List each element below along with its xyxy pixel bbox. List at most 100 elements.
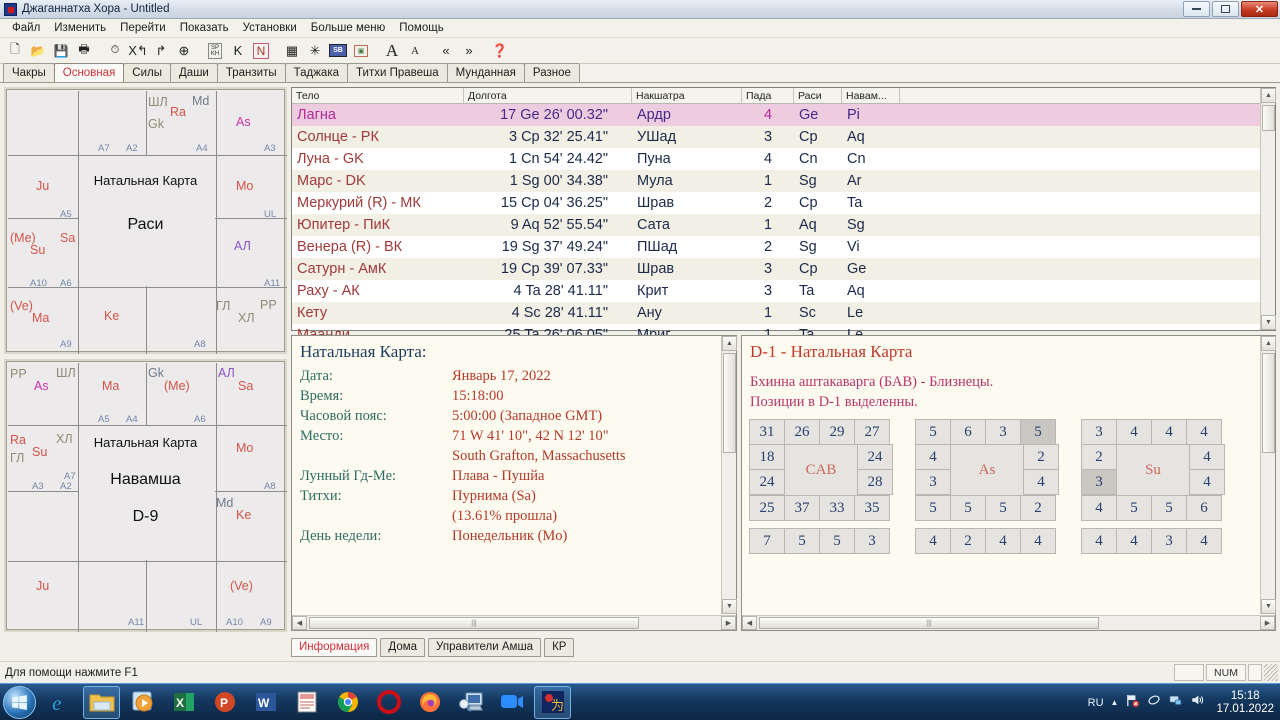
ak-icon[interactable]: K: [227, 40, 249, 62]
tab-7[interactable]: Мунданная: [447, 63, 525, 82]
prev-icon[interactable]: «: [435, 40, 457, 62]
word-icon[interactable]: W: [247, 686, 284, 719]
bav-panel[interactable]: D-1 - Натальная Карта Бхинна аштакаварга…: [741, 335, 1276, 631]
sub-tab-2[interactable]: Управители Амша: [428, 638, 541, 657]
col-header-2[interactable]: Накшатра: [632, 88, 742, 103]
tab-4[interactable]: Транзиты: [217, 63, 286, 82]
start-orb-icon[interactable]: [3, 686, 36, 719]
table-row[interactable]: Юпитер - ПиК9 Aq 52' 55.54"Сата1AqSg: [292, 214, 1275, 236]
next-icon[interactable]: »: [458, 40, 480, 62]
info-vscroll-thumb[interactable]: [723, 353, 736, 453]
network-icon[interactable]: [1168, 693, 1183, 712]
firefox-icon[interactable]: [411, 686, 448, 719]
table-row[interactable]: Лагна17 Ge 26' 00.32"Ардр4GePi: [292, 104, 1275, 126]
bav-grid-Su[interactable]: 344423Su444556: [1082, 420, 1232, 521]
tab-3[interactable]: Даши: [170, 63, 218, 82]
bav-vscrollbar[interactable]: ▲ ▼: [1260, 336, 1275, 614]
menu-item-1[interactable]: Изменить: [47, 21, 113, 35]
volume-icon[interactable]: [1190, 693, 1205, 712]
scroll-up-arrow[interactable]: ▲: [1261, 88, 1276, 103]
tab-1[interactable]: Основная: [54, 63, 125, 82]
show-hidden-icons-arrow[interactable]: ▲: [1111, 698, 1119, 707]
bav-scroll-left-arrow[interactable]: ◀: [742, 616, 757, 630]
powerpoint-icon[interactable]: P: [206, 686, 243, 719]
table-row[interactable]: Солнце - РК3 Cp 32' 25.41"УШад3CpAq: [292, 126, 1275, 148]
font-small-icon[interactable]: A: [404, 40, 426, 62]
tab-6[interactable]: Титхи Правеша: [347, 63, 448, 82]
bav-grid-CAB[interactable]: 312629271824CAB242825373335: [750, 420, 900, 521]
save-icon[interactable]: 💾: [50, 40, 72, 62]
jhora-icon[interactable]: 为: [534, 686, 571, 719]
scroll-down-arrow[interactable]: ▼: [1261, 315, 1276, 330]
table-row[interactable]: Сатурн - АмК19 Cp 39' 07.33"Шрав3CpGe: [292, 258, 1275, 280]
info-scroll-left-arrow[interactable]: ◀: [292, 616, 307, 630]
vscroll-thumb[interactable]: [1262, 105, 1275, 131]
taskbar-clock[interactable]: 15:18 17.01.2022: [1212, 690, 1274, 716]
menu-item-5[interactable]: Больше меню: [304, 21, 393, 35]
bav-vscroll-thumb[interactable]: [1262, 353, 1275, 453]
new-file-icon[interactable]: 🗋: [4, 40, 26, 62]
shield-icon[interactable]: [1147, 693, 1161, 712]
sub-tab-1[interactable]: Дома: [380, 638, 425, 657]
notepad-icon[interactable]: [288, 686, 325, 719]
n-icon[interactable]: N: [250, 40, 272, 62]
bav-hscrollbar[interactable]: ◀ ||| ▶: [742, 615, 1275, 630]
flag-error-icon[interactable]: [1125, 693, 1140, 713]
spkh-icon[interactable]: SPKH: [204, 40, 226, 62]
data-clock-icon[interactable]: ⏱: [104, 40, 126, 62]
star-icon[interactable]: ✳: [304, 40, 326, 62]
info-scroll-up-arrow[interactable]: ▲: [722, 336, 737, 351]
bav-scroll-up-arrow[interactable]: ▲: [1261, 336, 1276, 351]
table-row[interactable]: Кету4 Sc 28' 41.11"Ану1ScLe: [292, 302, 1275, 324]
print-icon[interactable]: 🖶: [73, 40, 95, 62]
menu-item-3[interactable]: Показать: [173, 21, 236, 35]
minimize-button[interactable]: [1183, 1, 1210, 17]
menu-item-2[interactable]: Перейти: [113, 21, 173, 35]
internet-explorer-icon[interactable]: e: [42, 686, 79, 719]
media-player-icon[interactable]: [124, 686, 161, 719]
rasi-chart[interactable]: Натальная Карта Раси ШЛ Ra Md Gk As Ju M…: [4, 87, 287, 354]
excel-icon[interactable]: X: [165, 686, 202, 719]
arrow-chart-icon[interactable]: ↱: [150, 40, 172, 62]
table-row[interactable]: Венера (R) - ВК19 Sg 37' 49.24"ПШад2SgVi: [292, 236, 1275, 258]
info-vscrollbar[interactable]: ▲ ▼: [721, 336, 736, 614]
col-header-0[interactable]: Тело: [292, 88, 464, 103]
transit-icon[interactable]: X↰: [127, 40, 149, 62]
tray-language[interactable]: RU: [1088, 697, 1104, 709]
table-row[interactable]: Марс - DK1 Sg 00' 34.38"Мула1SgAr: [292, 170, 1275, 192]
bav-scroll-down-arrow[interactable]: ▼: [1261, 599, 1276, 614]
chrome-icon[interactable]: [329, 686, 366, 719]
file-explorer-icon[interactable]: [83, 686, 120, 719]
tab-5[interactable]: Таджака: [285, 63, 348, 82]
bav-grid-As[interactable]: 563543As245552: [916, 420, 1066, 521]
info-panel[interactable]: Натальная Карта: Дата:Январь 17, 2022Вре…: [291, 335, 737, 631]
planet-table-body[interactable]: Лагна17 Ge 26' 00.32"Ардр4GePiСолнце - Р…: [292, 104, 1275, 346]
table-row[interactable]: Меркурий (R) - МК15 Cp 04' 36.25"Шрав2Cp…: [292, 192, 1275, 214]
sub-tab-0[interactable]: Информация: [291, 638, 377, 657]
info-hscrollbar[interactable]: ◀ ||| ▶: [292, 615, 736, 630]
planet-table-vscrollbar[interactable]: ▲ ▼: [1260, 88, 1275, 330]
close-button[interactable]: ✕: [1241, 1, 1278, 17]
tab-2[interactable]: Силы: [123, 63, 171, 82]
box-icon[interactable]: ▣: [350, 40, 372, 62]
navamsa-chart[interactable]: Натальная Карта Навамша D-9 РР As ШЛ Ma …: [4, 359, 287, 632]
table-row[interactable]: Раху - АК4 Ta 28' 41.11"Крит3TaAq: [292, 280, 1275, 302]
menu-item-4[interactable]: Установки: [236, 21, 304, 35]
tab-8[interactable]: Разное: [524, 63, 580, 82]
bav-hscroll-thumb[interactable]: |||: [759, 617, 1099, 629]
info-scroll-down-arrow[interactable]: ▼: [722, 599, 737, 614]
help-icon[interactable]: ❓: [489, 40, 511, 62]
maximize-button[interactable]: [1212, 1, 1239, 17]
opera-icon[interactable]: [370, 686, 407, 719]
font-large-icon[interactable]: A: [381, 40, 403, 62]
col-header-3[interactable]: Пада: [742, 88, 794, 103]
tab-0[interactable]: Чакры: [3, 63, 55, 82]
computer-icon[interactable]: [452, 686, 489, 719]
col-header-4[interactable]: Раси: [794, 88, 842, 103]
sub-tab-3[interactable]: КР: [544, 638, 574, 657]
bav-scroll-right-arrow[interactable]: ▶: [1260, 616, 1275, 630]
info-scroll-right-arrow[interactable]: ▶: [721, 616, 736, 630]
resize-grip[interactable]: [1264, 664, 1278, 681]
table-row[interactable]: Луна - GK1 Cn 54' 24.42"Пуна4CnCn: [292, 148, 1275, 170]
zoom-icon[interactable]: [493, 686, 530, 719]
